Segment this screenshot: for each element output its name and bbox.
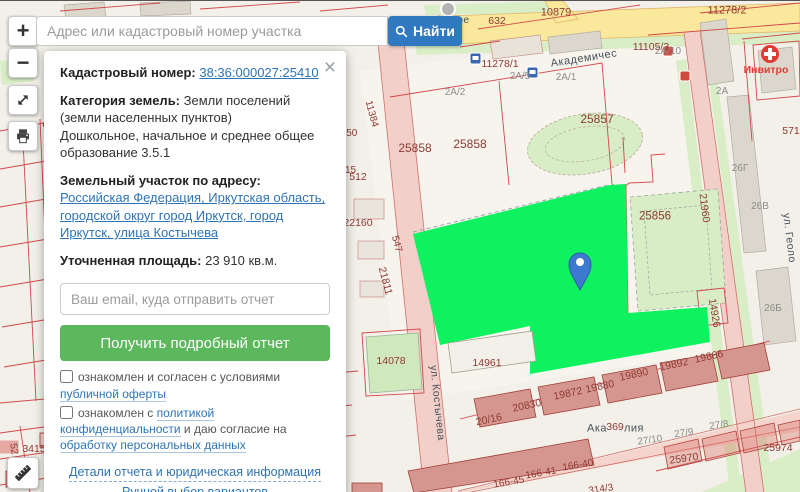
zoom-in-button[interactable]: + (8, 16, 38, 46)
privacy-consent-checkbox[interactable] (60, 406, 73, 419)
privacy-consent-text-2: и даю согласие на (181, 422, 287, 436)
report-details-link[interactable]: Детали отчета и юридическая информация (69, 464, 321, 482)
personal-data-link[interactable]: обработку персональных данных (60, 438, 246, 453)
land-use-value: Дошкольное, начальное и среднее общее об… (60, 127, 330, 162)
invitro-clinic-icon[interactable] (761, 45, 779, 63)
area-row: Уточненная площадь: 23 910 кв.м. (60, 252, 330, 270)
zoom-out-button[interactable]: − (8, 48, 38, 78)
print-button[interactable] (8, 121, 38, 151)
search-button-label: Найти (413, 23, 455, 39)
bus-stop-icon[interactable] (470, 53, 481, 64)
manual-select-link[interactable]: Ручной выбор вариантов (122, 484, 268, 492)
public-offer-link[interactable]: публичной оферты (60, 387, 166, 402)
address-link[interactable]: Российская Федерация, Иркутская область,… (60, 190, 325, 240)
map-viewport[interactable]: 1087911278/2бусное632Академичес11105/311… (0, 0, 800, 492)
privacy-consent-row: ознакомлен с политикой конфиденциальност… (60, 405, 330, 454)
transit-stop-icon[interactable] (441, 2, 455, 16)
plus-icon: + (17, 20, 30, 42)
parcel-info-panel: × Кадастровый номер: 38:36:000027:25410 … (44, 51, 346, 492)
area-value: 23 910 кв.м. (205, 253, 277, 268)
cadastral-number-label: Кадастровый номер: (60, 65, 196, 80)
search-button[interactable]: Найти (388, 16, 462, 46)
get-report-button[interactable]: Получить подробный отчет (60, 325, 330, 361)
privacy-consent-text-1: ознакомлен с (78, 406, 157, 420)
offer-consent-row: ознакомлен и согласен с условиями публич… (60, 369, 330, 401)
email-input[interactable] (60, 283, 330, 315)
printer-icon (13, 126, 33, 146)
search-input[interactable] (36, 16, 388, 46)
offer-consent-text: ознакомлен и согласен с условиями (78, 370, 280, 384)
cadastral-number-link[interactable]: 38:36:000027:25410 (199, 65, 318, 80)
cadastral-number-row: Кадастровый номер: 38:36:000027:25410 (60, 64, 330, 82)
poi-icon[interactable] (663, 46, 673, 56)
area-label: Уточненная площадь: (60, 253, 201, 268)
address-row: Земельный участок по адресу: Российская … (60, 172, 330, 242)
measure-button[interactable] (7, 457, 39, 489)
close-icon[interactable]: × (324, 57, 336, 78)
address-label: Земельный участок по адресу: (60, 173, 261, 188)
panel-footer-links: Детали отчета и юридическая информация Р… (60, 462, 330, 492)
ruler-icon (12, 462, 34, 484)
fullscreen-button[interactable] (8, 85, 38, 115)
search-icon (395, 25, 408, 38)
bus-stop-icon[interactable] (527, 67, 538, 78)
expand-arrows-icon (13, 90, 33, 110)
minus-icon: − (17, 52, 30, 74)
land-category-label: Категория земель: (60, 93, 180, 108)
land-category-row: Категория земель: Земли поселений (земли… (60, 92, 330, 162)
offer-consent-checkbox[interactable] (60, 370, 73, 383)
poi-icon[interactable] (680, 71, 690, 81)
